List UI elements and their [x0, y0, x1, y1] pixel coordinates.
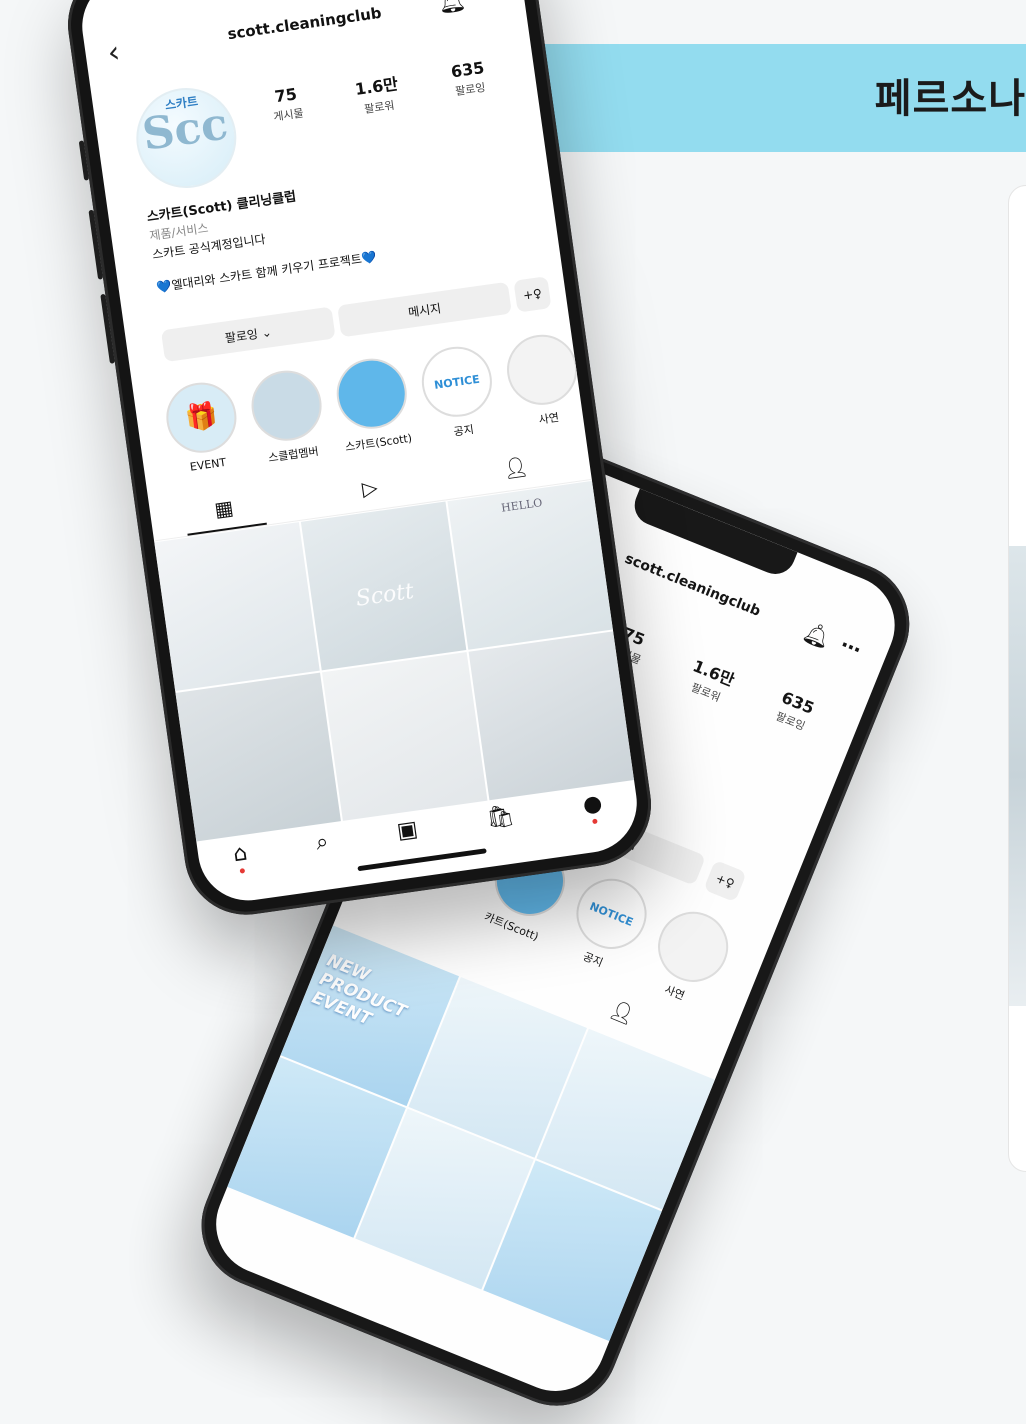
avatar[interactable]: 스카트 Scc [129, 81, 243, 195]
highlight-thumb [332, 354, 412, 434]
side-card [1008, 185, 1026, 1172]
volume-down-button [100, 293, 115, 364]
stat-following[interactable]: 635 팔로잉 [450, 58, 489, 104]
post-thumbnail[interactable] [468, 631, 635, 801]
profile-icon[interactable]: ● [581, 791, 604, 825]
shop-icon[interactable]: 🛍︎ [485, 803, 517, 839]
profile-stats: 75 게시물 1.6만 팔로워 635 팔로잉 [242, 54, 515, 133]
highlight-item[interactable]: 스카트(Scott) [331, 354, 415, 455]
stat-posts[interactable]: 75 게시물 [269, 84, 305, 130]
event-text: NEW PRODUCT EVENT [308, 950, 410, 1030]
tagged-tab-icon[interactable]: 👤︎ [606, 996, 639, 1028]
notification-dot [239, 868, 246, 874]
more-icon[interactable]: ⋯ [476, 0, 499, 8]
add-person-button[interactable]: +♀ [513, 276, 552, 313]
post-thumbnail[interactable]: HELLO [447, 480, 613, 650]
search-icon[interactable]: ⌕ [314, 829, 331, 862]
side-card-photo [1009, 546, 1026, 1006]
gift-icon: 🎁 [161, 378, 241, 458]
message-button[interactable]: 메시지 [337, 281, 512, 338]
highlight-item[interactable]: NOTICE 공지 [557, 868, 658, 980]
highlight-item[interactable]: NOTICE 공지 [416, 342, 500, 443]
volume-up-button [88, 209, 104, 280]
bell-icon[interactable]: 🔔︎ [436, 0, 467, 17]
reels-icon[interactable]: ▣ [395, 817, 420, 852]
highlight-thumb [247, 366, 327, 446]
highlight-item[interactable]: 스클럽멤버 [246, 366, 330, 467]
stat-followers[interactable]: 1.6만 팔로워 [683, 653, 739, 708]
stat-followers[interactable]: 1.6만 팔로워 [353, 70, 402, 118]
highlight-item[interactable]: 🎁 EVENT [161, 378, 245, 479]
post-thumbnail[interactable] [175, 672, 341, 842]
following-button[interactable]: 팔로잉 ⌄ [160, 306, 336, 363]
highlight-thumb [502, 330, 582, 410]
post-grid: Scott HELLO [154, 480, 635, 842]
home-icon[interactable]: ⌂ [232, 841, 250, 875]
mute-switch [78, 140, 90, 181]
highlight-thumb: NOTICE [417, 342, 497, 422]
notification-dot [592, 818, 598, 825]
post-thumbnail[interactable] [154, 522, 320, 691]
post-grid: NEW PRODUCT EVENT [201, 925, 715, 1406]
highlight-item[interactable]: 사연 [638, 901, 739, 1013]
stat-following[interactable]: 635 팔로잉 [770, 688, 817, 739]
highlight-item[interactable]: 사연 [502, 330, 586, 431]
add-person-button[interactable]: +♀ [703, 859, 747, 903]
post-thumbnail[interactable]: Scott [300, 501, 467, 671]
page-title: 페르소나 [874, 76, 1026, 122]
post-thumbnail[interactable] [322, 652, 488, 821]
